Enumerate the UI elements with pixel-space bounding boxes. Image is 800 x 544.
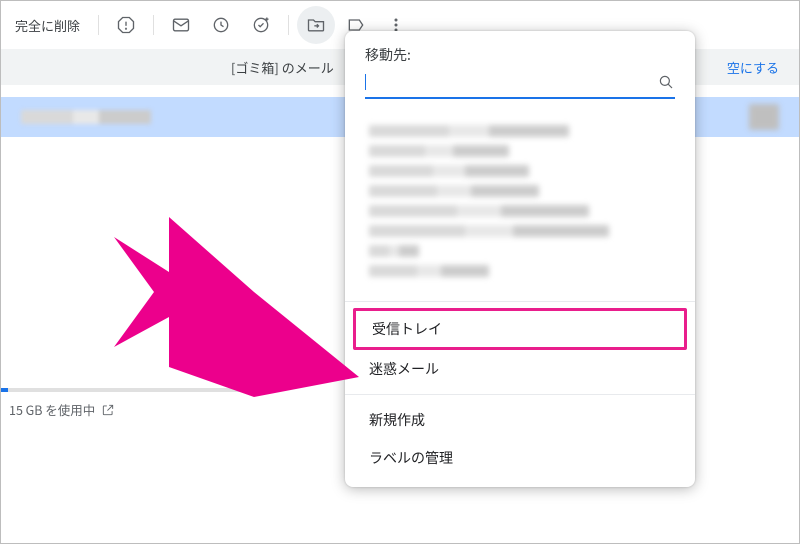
empty-trash-link[interactable]: 空にする: [727, 58, 779, 77]
popup-item-create-new[interactable]: 新規作成: [345, 401, 695, 439]
storage-indicator: 15 GB を使用中: [1, 388, 241, 419]
annotation-arrow: [109, 197, 369, 397]
toolbar-separator: [153, 15, 154, 35]
move-to-icon[interactable]: [297, 6, 335, 44]
report-spam-icon[interactable]: [107, 6, 145, 44]
popup-item-spam[interactable]: 迷惑メール: [345, 350, 695, 388]
popup-redacted-labels: [345, 113, 695, 295]
add-to-tasks-icon[interactable]: [242, 6, 280, 44]
popup-divider: [345, 394, 695, 395]
toolbar-separator: [288, 15, 289, 35]
popup-item-manage-labels[interactable]: ラベルの管理: [345, 439, 695, 477]
storage-progress-bar: [1, 388, 241, 392]
popup-divider: [345, 301, 695, 302]
move-to-popup: 移動先: 受信トレイ 迷惑メール 新規作成 ラベルの管理: [345, 31, 695, 487]
redacted-sender: [21, 110, 151, 124]
popup-item-inbox[interactable]: 受信トレイ: [353, 308, 687, 350]
popup-search-input[interactable]: [366, 74, 657, 90]
trash-notice-text: [ゴミ箱] のメール: [231, 58, 334, 77]
snooze-icon[interactable]: [202, 6, 240, 44]
open-external-icon[interactable]: [101, 403, 115, 417]
toolbar-separator: [98, 15, 99, 35]
popup-search[interactable]: [365, 73, 675, 99]
mark-unread-icon[interactable]: [162, 6, 200, 44]
delete-forever-button[interactable]: 完全に削除: [11, 16, 90, 35]
redacted-content: [749, 104, 779, 130]
popup-title: 移動先:: [345, 45, 695, 69]
storage-text: 15 GB を使用中: [9, 400, 95, 419]
search-icon: [657, 73, 675, 91]
